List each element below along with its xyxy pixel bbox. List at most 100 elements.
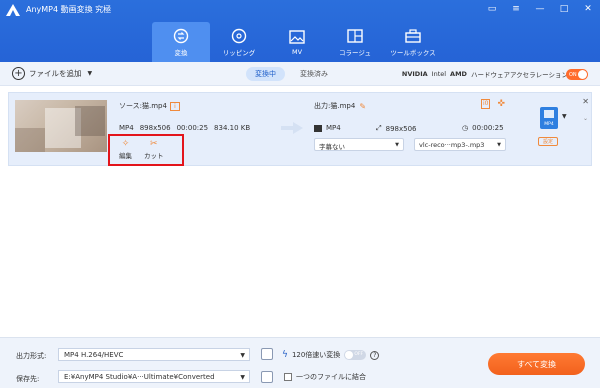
file-item: ソース:猫.mp4 i MP4 898x506 00:00:25 834.10 … [8, 92, 592, 166]
tab-label: MV [291, 47, 303, 56]
tab-label: コラージュ [339, 48, 371, 57]
info-icon[interactable]: i [169, 101, 180, 111]
pencil-icon[interactable]: ✎ [359, 102, 366, 111]
tab-label: 変換 [174, 48, 188, 57]
chevron-down-icon: ▼ [240, 352, 245, 359]
speed-convert: ϟ 120倍速い変換 OFF ? [282, 350, 380, 360]
accel-label: ハードウェアアクセラレーション [470, 71, 568, 79]
chevron-down-icon[interactable]: ▼ [562, 113, 567, 120]
chevron-down-icon: ▼ [395, 142, 399, 148]
toggle-knob [578, 70, 587, 79]
format-button-label: MP4 [544, 122, 554, 127]
close-icon[interactable]: ✕ [582, 97, 589, 106]
folder-icon[interactable] [261, 371, 273, 383]
toolbox-icon [405, 28, 421, 43]
source-format: MP4 [119, 124, 134, 132]
close-icon[interactable]: ✕ [582, 2, 594, 16]
image-icon [289, 29, 305, 44]
output-resolution-text: 898x506 [385, 124, 417, 133]
output-resolution: ⤢ 898x506 [376, 124, 416, 133]
tab-label: ツールボックス [390, 48, 436, 57]
source-resolution: 898x506 [139, 124, 171, 132]
add-file-button[interactable]: + ファイルを追加 ▼ [12, 67, 92, 80]
tab-convert[interactable]: 変換 [152, 22, 210, 62]
maximize-icon[interactable]: □ [558, 2, 570, 16]
output-format-label: 出力形式: [16, 352, 47, 360]
accel-toggle[interactable]: ON [566, 69, 588, 80]
tab-ripper[interactable]: リッピング [210, 22, 268, 62]
speed-toggle[interactable]: OFF [344, 350, 367, 360]
source-duration: 00:00:25 [176, 124, 209, 132]
tab-converting[interactable]: 変換中 [246, 67, 285, 81]
source-name-text: ソース:猫.mp4 [119, 102, 167, 110]
merge-checkbox[interactable] [284, 373, 292, 381]
chevron-down-icon[interactable]: ⌄ [583, 115, 588, 122]
tab-toolbox[interactable]: ツールボックス [384, 22, 442, 62]
window-controls: ▭ ≡ — □ ✕ [486, 2, 594, 16]
video-thumbnail[interactable] [15, 100, 107, 152]
output-name: 出力:猫.mp4 ✎ [314, 101, 366, 111]
output-format-button[interactable]: MP4 [540, 107, 558, 129]
audio-track-select[interactable]: vlc-reco···mp3-.mp3 ▼ [414, 138, 506, 151]
add-file-label: ファイルを追加 [29, 69, 82, 78]
chevron-down-icon: ▼ [240, 374, 245, 381]
highlight-annotation [108, 134, 184, 166]
tab-converted[interactable]: 変換済み [291, 67, 337, 81]
top-header: AnyMP4 動画変換 究極 ▭ ≡ — □ ✕ 変換 リッピング MV コラー… [0, 0, 600, 62]
chevron-down-icon: ▼ [497, 142, 501, 148]
plus-icon: + [12, 67, 25, 80]
arrow-right-icon [281, 122, 303, 134]
output-format-select[interactable]: MP4 H.264/HEVC ▼ [58, 348, 250, 361]
merge-option[interactable]: 一つのファイルに結合 [284, 372, 366, 382]
speed-toggle-state: OFF [354, 352, 364, 357]
film-icon [314, 124, 322, 132]
hw-acceleration: NVIDIA Intel AMD ハードウェアアクセラレーション [402, 69, 568, 79]
help-icon[interactable]: ? [370, 350, 380, 360]
output-icons: i0 ✜ [481, 99, 506, 109]
minimize-icon[interactable]: — [534, 2, 546, 16]
thumb-blur [75, 106, 105, 136]
convert-icon [173, 28, 189, 43]
chat-icon[interactable]: ▭ [486, 2, 498, 16]
save-path-select[interactable]: E:¥AnyMP4 Studio¥A···Ultimate¥Converted … [58, 370, 250, 383]
audio-value: vlc-reco···mp3-.mp3 [419, 141, 485, 149]
app-logo-icon [6, 4, 20, 16]
main-nav-tabs: 変換 リッピング MV コラージュ ツールボックス [152, 22, 442, 62]
sub-toolbar: + ファイルを追加 ▼ 変換中 変換済み NVIDIA Intel AMD ハー… [0, 62, 600, 86]
save-label: 保存先: [16, 375, 40, 383]
format-settings-icon[interactable] [261, 348, 273, 360]
bottom-bar: 出力形式: MP4 H.264/HEVC ▼ ϟ 120倍速い変換 OFF ? … [0, 337, 600, 388]
subtitle-value: 字幕ない [319, 143, 345, 151]
subtitle-select[interactable]: 字幕ない ▼ [314, 138, 404, 151]
merge-label: 一つのファイルに結合 [296, 373, 366, 381]
convert-all-button[interactable]: すべて変換 [488, 353, 585, 375]
compress-icon[interactable]: ✜ [496, 99, 506, 109]
output-format-value: MP4 H.264/HEVC [64, 351, 124, 359]
intel-label: Intel [431, 70, 447, 78]
nvidia-label: NVIDIA [401, 70, 428, 78]
info-icon[interactable]: i0 [481, 99, 491, 109]
output-format-text: MP4 [326, 124, 341, 132]
settings-tag[interactable]: 設定 [538, 137, 559, 146]
save-path-value: E:¥AnyMP4 Studio¥A···Ultimate¥Converted [64, 373, 215, 381]
expand-icon: ⤢ [376, 124, 382, 132]
speed-label: 120倍速い変換 [291, 351, 341, 359]
output-duration-text: 00:00:25 [472, 124, 504, 132]
output-name-text: 出力:猫.mp4 [314, 102, 356, 110]
menu-icon[interactable]: ≡ [510, 2, 522, 16]
output-format: MP4 [314, 124, 341, 132]
tab-mv[interactable]: MV [268, 22, 326, 62]
tab-collage[interactable]: コラージュ [326, 22, 384, 62]
amd-label: AMD [450, 70, 467, 78]
collage-icon [347, 28, 363, 43]
chevron-down-icon[interactable]: ▼ [88, 70, 93, 77]
source-size: 834.10 KB [214, 124, 251, 132]
tab-label: リッピング [222, 48, 256, 57]
output-duration: ◷ 00:00:25 [462, 124, 504, 132]
app-title: AnyMP4 動画変換 究極 [26, 5, 112, 14]
source-meta: MP4 898x506 00:00:25 834.10 KB [119, 124, 250, 132]
disc-icon [231, 28, 247, 43]
thumb-blur [15, 128, 45, 152]
title-bar: AnyMP4 動画変換 究極 ▭ ≡ — □ ✕ [0, 0, 600, 20]
source-name: ソース:猫.mp4 i [119, 101, 180, 111]
